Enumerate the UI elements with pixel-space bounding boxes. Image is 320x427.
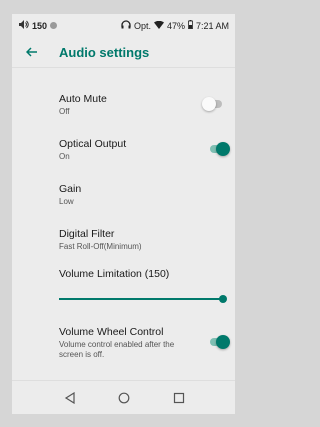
page-title: Audio settings: [59, 45, 150, 60]
setting-volume-limitation: Volume Limitation (150): [59, 268, 229, 281]
toggle-thumb: [202, 97, 216, 111]
gain-value: Low: [59, 197, 74, 206]
status-right: Opt. 47% 7:21 AM: [121, 20, 229, 31]
volume-limitation-slider[interactable]: [59, 294, 227, 304]
setting-gain[interactable]: Gain Low: [59, 183, 229, 207]
navigation-bar: [12, 380, 235, 414]
gain-title: Gain: [59, 183, 82, 195]
toggle-thumb: [216, 142, 230, 156]
setting-volume-wheel-control[interactable]: Volume Wheel Control Volume control enab…: [59, 326, 229, 360]
setting-optical-output[interactable]: Optical Output On: [59, 138, 229, 162]
slider-handle[interactable]: [219, 295, 227, 303]
app-bar: Audio settings: [12, 36, 235, 68]
auto-mute-toggle[interactable]: [202, 97, 224, 111]
status-bar: 150 Opt. 47% 7:21 AM: [12, 14, 235, 36]
volume-wheel-control-description: Volume control enabled after the screen …: [59, 340, 175, 359]
nav-home-icon[interactable]: [115, 389, 133, 407]
toggle-thumb: [216, 335, 230, 349]
battery-icon: [188, 20, 193, 31]
optical-output-toggle[interactable]: [208, 142, 230, 156]
volume-limitation-title: Volume Limitation (150): [59, 268, 170, 280]
volume-wheel-control-title: Volume Wheel Control: [59, 326, 164, 338]
optical-output-status: On: [59, 152, 70, 161]
digital-filter-title: Digital Filter: [59, 228, 115, 240]
speaker-icon: [19, 20, 29, 31]
volume-wheel-control-toggle[interactable]: [208, 335, 230, 349]
phone-screen: 150 Opt. 47% 7:21 AM Audio settings Auto…: [12, 14, 235, 414]
clock: 7:21 AM: [195, 20, 229, 31]
nav-recents-icon[interactable]: [170, 389, 188, 407]
setting-digital-filter[interactable]: Digital Filter Fast Roll-Off(Minimum): [59, 228, 229, 252]
back-arrow-icon[interactable]: [22, 42, 42, 62]
headphones-icon: [121, 20, 131, 31]
status-left: 150: [19, 20, 58, 31]
nav-back-icon[interactable]: [61, 389, 79, 407]
battery-percent: 47%: [166, 20, 185, 31]
output-label: Opt.: [133, 20, 151, 31]
optical-output-title: Optical Output: [59, 138, 127, 150]
wifi-icon: [153, 20, 164, 31]
settings-list: Auto Mute Off Optical Output On Gain Low…: [12, 69, 235, 374]
notification-dot-icon: [50, 22, 58, 29]
digital-filter-value: Fast Roll-Off(Minimum): [59, 242, 142, 251]
volume-readout: 150: [32, 20, 48, 31]
slider-track: [59, 298, 224, 300]
